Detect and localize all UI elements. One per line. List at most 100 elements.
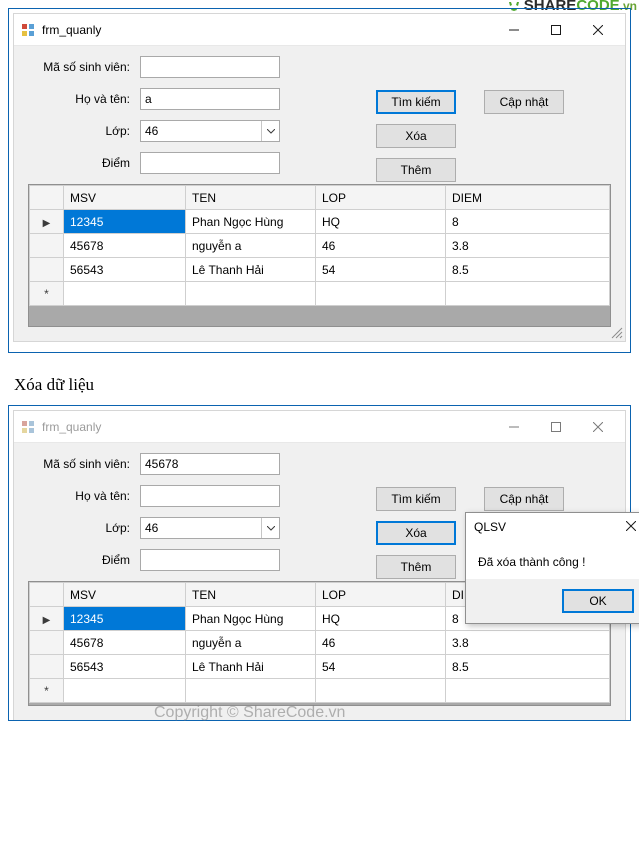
- table-cell[interactable]: [316, 282, 446, 306]
- update-button[interactable]: Cập nhật: [484, 487, 564, 511]
- label-diem: Điểm: [28, 156, 140, 170]
- label-lop: Lớp:: [28, 521, 140, 535]
- close-button[interactable]: [577, 413, 619, 441]
- search-button[interactable]: Tìm kiếm: [376, 90, 456, 114]
- label-lop: Lớp:: [28, 124, 140, 138]
- add-button[interactable]: Thêm: [376, 555, 456, 579]
- label-hoten: Họ và tên:: [28, 92, 140, 106]
- table-cell[interactable]: 45678: [64, 631, 186, 655]
- minimize-button[interactable]: [493, 16, 535, 44]
- table-cell[interactable]: Phan Ngọc Hùng: [186, 607, 316, 631]
- table-cell[interactable]: 56543: [64, 655, 186, 679]
- input-hoten[interactable]: [140, 88, 280, 110]
- label-msv: Mã số sinh viên:: [28, 457, 140, 471]
- table-cell[interactable]: [64, 282, 186, 306]
- col-msv[interactable]: MSV: [64, 186, 186, 210]
- table-cell[interactable]: [446, 282, 610, 306]
- input-msv[interactable]: [140, 56, 280, 78]
- row-header: [30, 234, 64, 258]
- grid-header-row: MSV TEN LOP DIEM: [30, 186, 610, 210]
- col-ten[interactable]: TEN: [186, 583, 316, 607]
- table-cell[interactable]: [186, 282, 316, 306]
- window-frm-quanly-1: frm_quanly Mã số sinh viên: Họ và tên: L…: [13, 13, 626, 342]
- search-button[interactable]: Tìm kiếm: [376, 487, 456, 511]
- label-diem: Điểm: [28, 553, 140, 567]
- table-cell[interactable]: Lê Thanh Hải: [186, 258, 316, 282]
- table-cell[interactable]: 46: [316, 631, 446, 655]
- app-icon: [20, 22, 36, 38]
- table-new-row[interactable]: *: [30, 282, 610, 306]
- table-cell[interactable]: 12345: [64, 210, 186, 234]
- table-cell[interactable]: [316, 679, 446, 703]
- close-icon[interactable]: [626, 520, 636, 534]
- table-row[interactable]: 45678nguyễn a463.8: [30, 234, 610, 258]
- table-new-row[interactable]: *: [30, 679, 610, 703]
- col-msv[interactable]: MSV: [64, 583, 186, 607]
- table-row[interactable]: 56543Lê Thanh Hải548.5: [30, 655, 610, 679]
- input-hoten[interactable]: [140, 485, 280, 507]
- table-cell[interactable]: Phan Ngọc Hùng: [186, 210, 316, 234]
- row-header: ▶: [30, 607, 64, 631]
- col-lop[interactable]: LOP: [316, 186, 446, 210]
- window-title: frm_quanly: [42, 420, 493, 434]
- table-cell[interactable]: 8.5: [446, 655, 610, 679]
- input-diem[interactable]: [140, 549, 280, 571]
- col-diem[interactable]: DIEM: [446, 186, 610, 210]
- row-header: [30, 655, 64, 679]
- table-cell[interactable]: 46: [316, 234, 446, 258]
- screenshot-frame-2: frm_quanly Mã số sinh viên: Họ và tên: L…: [8, 405, 631, 721]
- app-icon: [20, 419, 36, 435]
- delete-button[interactable]: Xóa: [376, 521, 456, 545]
- label-msv: Mã số sinh viên:: [28, 60, 140, 74]
- input-diem[interactable]: [140, 152, 280, 174]
- add-button[interactable]: Thêm: [376, 158, 456, 182]
- table-cell[interactable]: 3.8: [446, 234, 610, 258]
- table-cell[interactable]: 54: [316, 258, 446, 282]
- maximize-button[interactable]: [535, 16, 577, 44]
- label-hoten: Họ và tên:: [28, 489, 140, 503]
- table-row[interactable]: ▶12345Phan Ngọc HùngHQ8: [30, 210, 610, 234]
- table-cell[interactable]: [446, 679, 610, 703]
- input-msv[interactable]: [140, 453, 280, 475]
- row-header: [30, 258, 64, 282]
- section-caption: Xóa dữ liệu: [14, 375, 631, 395]
- chevron-down-icon: [261, 121, 279, 141]
- table-cell[interactable]: [64, 679, 186, 703]
- row-header-newrow: *: [30, 679, 64, 703]
- window-title: frm_quanly: [42, 23, 493, 37]
- messagebox-qlsv: QLSV Đã xóa thành công ! OK: [465, 512, 639, 624]
- datagrid[interactable]: MSV TEN LOP DIEM ▶12345Phan Ngọc HùngHQ8…: [28, 184, 611, 327]
- minimize-button[interactable]: [493, 413, 535, 441]
- table-cell[interactable]: 3.8: [446, 631, 610, 655]
- screenshot-frame-1: frm_quanly Mã số sinh viên: Họ và tên: L…: [8, 8, 631, 353]
- table-cell[interactable]: 56543: [64, 258, 186, 282]
- messagebox-text: Đã xóa thành công !: [466, 541, 639, 579]
- table-cell[interactable]: HQ: [316, 607, 446, 631]
- table-cell[interactable]: 8: [446, 210, 610, 234]
- table-row[interactable]: 45678nguyễn a463.8: [30, 631, 610, 655]
- table-cell[interactable]: 8.5: [446, 258, 610, 282]
- resize-grip-icon[interactable]: [609, 325, 623, 339]
- table-cell[interactable]: [186, 679, 316, 703]
- table-cell[interactable]: 45678: [64, 234, 186, 258]
- table-cell[interactable]: HQ: [316, 210, 446, 234]
- combo-lop[interactable]: 46: [140, 517, 280, 539]
- col-ten[interactable]: TEN: [186, 186, 316, 210]
- table-cell[interactable]: nguyễn a: [186, 234, 316, 258]
- table-cell[interactable]: 12345: [64, 607, 186, 631]
- chevron-down-icon: [261, 518, 279, 538]
- messagebox-title: QLSV: [474, 520, 626, 534]
- update-button[interactable]: Cập nhật: [484, 90, 564, 114]
- close-button[interactable]: [577, 16, 619, 44]
- maximize-button[interactable]: [535, 413, 577, 441]
- combo-lop[interactable]: 46: [140, 120, 280, 142]
- ok-button[interactable]: OK: [562, 589, 634, 613]
- col-lop[interactable]: LOP: [316, 583, 446, 607]
- delete-button[interactable]: Xóa: [376, 124, 456, 148]
- titlebar: frm_quanly: [14, 411, 625, 443]
- table-cell[interactable]: 54: [316, 655, 446, 679]
- table-cell[interactable]: nguyễn a: [186, 631, 316, 655]
- table-row[interactable]: 56543Lê Thanh Hải548.5: [30, 258, 610, 282]
- row-header: ▶: [30, 210, 64, 234]
- table-cell[interactable]: Lê Thanh Hải: [186, 655, 316, 679]
